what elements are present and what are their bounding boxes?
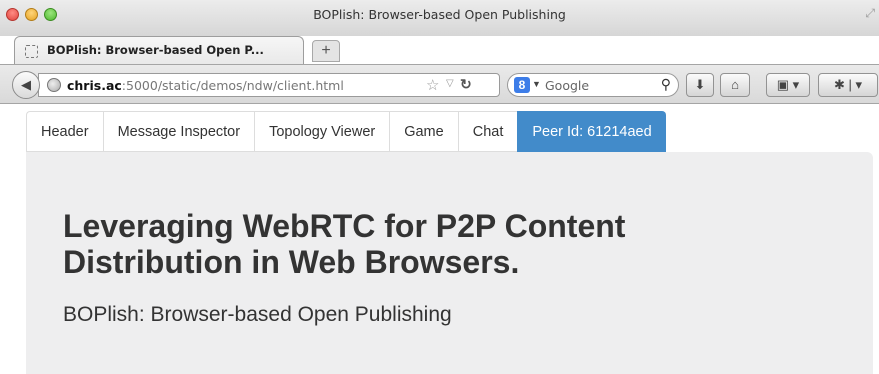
bookmark-star-icon[interactable]: ☆	[426, 76, 439, 94]
jumbotron: Leveraging WebRTC for P2P Content Distrib…	[26, 152, 873, 374]
firebug-button[interactable]: ✱ | ▾	[818, 73, 878, 97]
back-arrow-icon: ◀	[21, 77, 31, 92]
tab-game[interactable]: Game	[389, 111, 458, 152]
tab-message-inspector[interactable]: Message Inspector	[102, 111, 255, 152]
home-button[interactable]: ⌂	[720, 73, 750, 97]
back-button[interactable]: ◀	[12, 71, 40, 99]
url-text[interactable]: chris.ac:5000/static/demos/ndw/client.ht…	[67, 78, 344, 93]
url-host: chris.ac	[67, 78, 122, 93]
download-icon: ⬇	[694, 77, 706, 92]
screenshot-button[interactable]: ▣ ▾	[766, 73, 810, 97]
page-title-line-2: Distribution in Web Browsers.	[63, 244, 520, 280]
search-icon[interactable]: ⚲	[661, 76, 671, 93]
page-title: Leveraging WebRTC for P2P Content Distrib…	[63, 208, 783, 280]
browser-tabstrip: BOPlish: Browser-based Open P... +	[0, 36, 879, 64]
globe-icon[interactable]	[47, 78, 61, 92]
url-bar[interactable]: chris.ac:5000/static/demos/ndw/client.ht…	[38, 73, 500, 97]
downloads-button[interactable]: ⬇	[686, 73, 714, 97]
page-content: Header Message Inspector Topology Viewer…	[0, 105, 879, 374]
window-titlebar: BOPlish: Browser-based Open Publishing ⤢	[0, 0, 879, 36]
history-dropdown-icon[interactable]: ▽	[446, 78, 454, 89]
page-favicon-icon	[25, 45, 38, 58]
navigation-toolbar: chris.ac:5000/static/demos/ndw/client.ht…	[0, 64, 879, 104]
search-bar[interactable]: 8 ▼ Google ⚲	[507, 73, 679, 97]
new-tab-button[interactable]: +	[312, 40, 340, 62]
page-tabs: Header Message Inspector Topology Viewer…	[26, 111, 666, 152]
tab-topology-viewer[interactable]: Topology Viewer	[254, 111, 390, 152]
browser-tab[interactable]: BOPlish: Browser-based Open P...	[14, 36, 304, 64]
browser-tab-label: BOPlish: Browser-based Open P...	[47, 43, 264, 57]
tab-header[interactable]: Header	[26, 111, 103, 152]
url-path: :5000/static/demos/ndw/client.html	[121, 78, 344, 93]
tab-chat[interactable]: Chat	[457, 111, 518, 152]
search-input[interactable]: Google	[545, 78, 589, 93]
home-icon: ⌂	[731, 77, 739, 92]
fullscreen-icon[interactable]: ⤢	[865, 6, 875, 21]
reload-icon[interactable]: ↻	[460, 76, 472, 93]
search-engine-icon[interactable]: 8	[514, 77, 530, 93]
page-title-line-1: Leveraging WebRTC for P2P Content	[63, 208, 626, 244]
firebug-icon: ✱ | ▾	[833, 77, 863, 92]
page-subtitle: BOPlish: Browser-based Open Publishing	[63, 303, 452, 326]
screenshot-icon: ▣ ▾	[776, 77, 800, 92]
window-title: BOPlish: Browser-based Open Publishing	[313, 7, 566, 22]
tab-peer-id[interactable]: Peer Id: 61214aed	[517, 111, 666, 152]
engine-dropdown-icon[interactable]: ▼	[532, 79, 541, 89]
